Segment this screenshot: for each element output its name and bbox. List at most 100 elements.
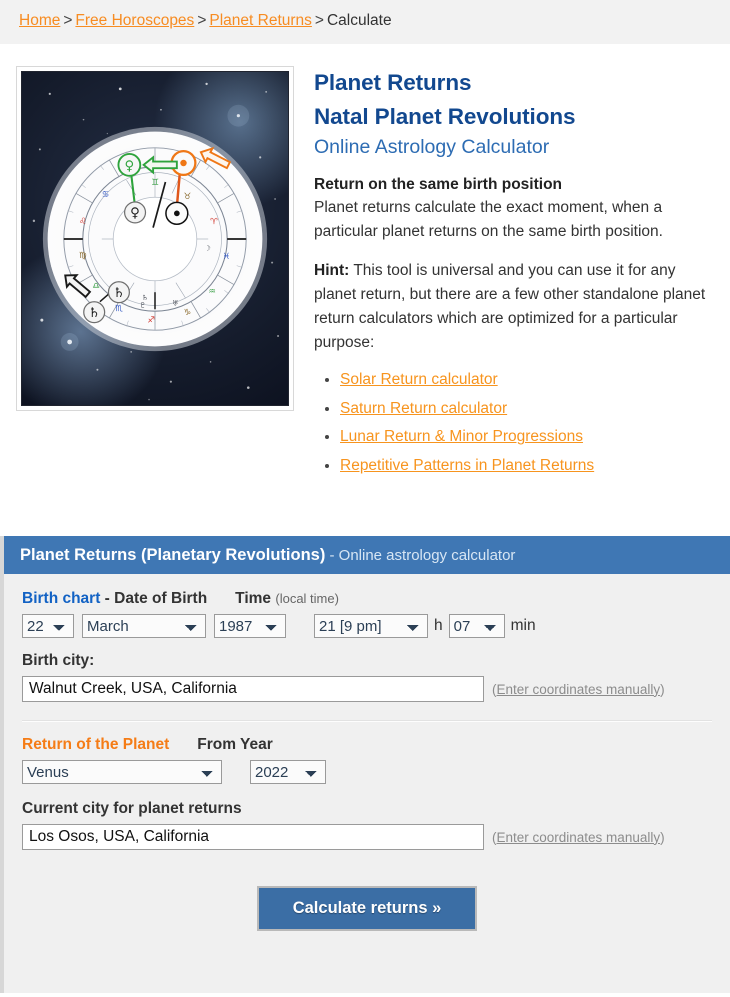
birth-date-label-row: Birth chart - Date of Birth Time (local …	[22, 590, 712, 608]
birth-chart-label-text: Birth chart	[22, 590, 101, 607]
current-city-row: (Enter coordinates manually)	[22, 824, 712, 850]
birth-month-select[interactable]: March	[82, 614, 206, 638]
venus-inner-marker: ♀	[123, 200, 147, 223]
hint-label: Hint:	[314, 261, 350, 279]
zodiac-gemini: ♊	[151, 177, 159, 187]
current-city-input[interactable]	[22, 824, 484, 850]
birth-chart-dash: -	[100, 590, 115, 607]
return-planet-select[interactable]: Venus	[22, 760, 222, 784]
time-label-text: Time	[235, 590, 272, 607]
sun-inner-marker	[165, 201, 189, 225]
zodiac-scorpio: ♏	[115, 304, 123, 314]
calculator-header: Planet Returns (Planetary Revolutions) -…	[4, 536, 730, 574]
breadcrumb-separator: >	[314, 12, 324, 29]
breadcrumb-separator: >	[63, 12, 73, 29]
time-note: (local time)	[275, 591, 339, 606]
intro-section: ♊ ♉ ♈ ♓ ♒ ♑ ♐ ♏ ♎ ♍ ♌ ♋ ☽ ♅ ♇ ♄ ♀ ♀ ♄ ♄ …	[0, 44, 730, 536]
enter-coordinates-manually-text[interactable]: Enter coordinates manually	[497, 682, 661, 697]
svg-text:♀: ♀	[124, 159, 134, 174]
breadcrumb-item-planet-returns[interactable]: Planet Returns	[209, 12, 312, 29]
page-subtitle: Online Astrology Calculator	[314, 135, 550, 158]
zodiac-pisces: ♓	[222, 251, 230, 261]
link-saturn-return-calculator[interactable]: Saturn Return calculator	[340, 400, 507, 417]
birth-city-coords-link[interactable]: (Enter coordinates manually)	[492, 682, 665, 697]
astrology-chart-figure: ♊ ♉ ♈ ♓ ♒ ♑ ♐ ♏ ♎ ♍ ♌ ♋ ☽ ♅ ♇ ♄ ♀ ♀ ♄ ♄	[16, 66, 294, 411]
section-divider	[22, 720, 712, 722]
svg-text:♅: ♅	[172, 298, 178, 307]
hour-unit-label: h	[434, 617, 443, 634]
calculate-returns-button[interactable]: Calculate returns »	[256, 886, 478, 931]
intro-text-column: Planet Returns Natal Planet Revolutions …	[314, 66, 714, 476]
zodiac-virgo: ♍	[79, 251, 87, 261]
list-item: Repetitive Patterns in Planet Returns	[340, 456, 714, 476]
list-item: Lunar Return & Minor Progressions	[340, 427, 714, 447]
submit-row: Calculate returns »	[22, 886, 712, 931]
svg-text:♄: ♄	[88, 305, 100, 320]
link-lunar-return-minor-progressions[interactable]: Lunar Return & Minor Progressions	[340, 428, 583, 445]
svg-text:♀: ♀	[130, 206, 140, 221]
link-solar-return-calculator[interactable]: Solar Return calculator	[340, 371, 498, 388]
birth-day-select[interactable]: 22	[22, 614, 74, 638]
zodiac-leo: ♌	[79, 216, 87, 226]
zodiac-libra: ♎	[92, 281, 100, 291]
current-city-label: Current city for planet returns	[22, 800, 242, 817]
page-title-line1: Planet Returns	[314, 70, 472, 95]
return-planet-label-row: Return of the Planet From Year	[22, 736, 712, 754]
minute-unit-label: min	[510, 617, 536, 634]
svg-text:♄: ♄	[113, 285, 125, 300]
time-label: Time (local time)	[235, 590, 339, 608]
breadcrumb-item-free-horoscopes[interactable]: Free Horoscopes	[75, 12, 194, 29]
birth-city-input[interactable]	[22, 676, 484, 702]
breadcrumb-item-calculate: Calculate	[326, 12, 392, 29]
zodiac-cancer: ♋	[102, 190, 110, 200]
zodiac-aries: ♈	[210, 216, 218, 226]
related-links-list: Solar Return calculator Saturn Return ca…	[314, 370, 714, 476]
calculator-panel: Planet Returns (Planetary Revolutions) -…	[0, 536, 730, 993]
horoscope-wheel: ♊ ♉ ♈ ♓ ♒ ♑ ♐ ♏ ♎ ♍ ♌ ♋ ☽ ♅ ♇ ♄ ♀ ♀ ♄ ♄	[41, 125, 269, 353]
return-of-the-planet-label: Return of the Planet	[22, 736, 170, 753]
page-title-line2: Natal Planet Revolutions	[314, 103, 576, 129]
birth-city-label: Birth city:	[22, 652, 95, 669]
enter-coordinates-manually-text[interactable]: Enter coordinates manually	[497, 830, 661, 845]
svg-text:♄: ♄	[142, 292, 148, 301]
calculator-form: Birth chart - Date of Birth Time (local …	[4, 574, 730, 993]
paren-close: )	[660, 829, 665, 845]
zodiac-capricorn: ♑	[184, 308, 192, 318]
birth-city-row: (Enter coordinates manually)	[22, 676, 712, 702]
from-year-select[interactable]: 2022	[250, 760, 326, 784]
birth-date-fields-row: 22 March 1987 21 [9 pm] h 07 min	[22, 614, 712, 638]
breadcrumb-separator: >	[197, 12, 207, 29]
section-heading: Return on the same birth position	[314, 175, 563, 193]
current-city-coords-link[interactable]: (Enter coordinates manually)	[492, 830, 665, 845]
venus-outer-marker: ♀	[117, 152, 142, 177]
birth-year-select[interactable]: 1987	[214, 614, 286, 638]
calculator-header-title: Planet Returns (Planetary Revolutions)	[20, 546, 326, 564]
hint-paragraph: Hint: This tool is universal and you can…	[314, 259, 714, 355]
birth-hour-select[interactable]: 21 [9 pm]	[314, 614, 428, 638]
zodiac-taurus: ♉	[184, 192, 192, 202]
list-item: Saturn Return calculator	[340, 399, 714, 419]
birth-minute-select[interactable]: 07	[448, 614, 505, 638]
calculator-header-subtitle: - Online astrology calculator	[325, 547, 516, 564]
saturn-marker-inner: ♄	[107, 280, 130, 303]
astrology-chart-image: ♊ ♉ ♈ ♓ ♒ ♑ ♐ ♏ ♎ ♍ ♌ ♋ ☽ ♅ ♇ ♄ ♀ ♀ ♄ ♄	[21, 71, 289, 406]
from-year-label: From Year	[197, 736, 273, 753]
link-repetitive-patterns[interactable]: Repetitive Patterns in Planet Returns	[340, 457, 594, 474]
zodiac-aquarius: ♒	[208, 287, 216, 297]
intro-paragraph: Planet returns calculate the exact momen…	[314, 198, 663, 240]
date-of-birth-label: Date of Birth	[114, 590, 208, 607]
birth-chart-label: Birth chart - Date of Birth	[22, 590, 207, 608]
saturn-marker-outer: ♄	[83, 300, 106, 323]
zodiac-sagittarius: ♐	[147, 315, 155, 325]
svg-text:☽: ☽	[204, 243, 210, 252]
return-planet-fields-row: Venus 2022	[22, 760, 712, 784]
breadcrumb-item-home[interactable]: Home	[19, 12, 60, 29]
list-item: Solar Return calculator	[340, 370, 714, 390]
paren-close: )	[660, 681, 665, 697]
hint-text: This tool is universal and you can use i…	[314, 261, 706, 351]
